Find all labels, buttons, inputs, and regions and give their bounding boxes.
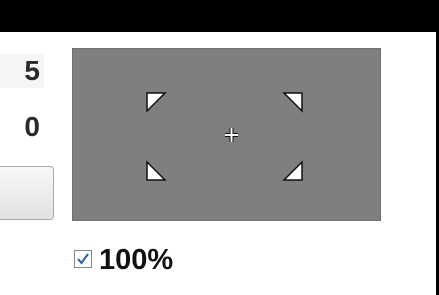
scale-checkbox[interactable] bbox=[74, 250, 92, 268]
settings-panel: 5 0 100% bbox=[0, 32, 436, 295]
value-field-top[interactable]: 5 bbox=[0, 54, 44, 88]
bottom-right-corner-icon bbox=[282, 160, 303, 181]
bottom-left-corner-icon bbox=[146, 160, 167, 181]
checkmark-icon bbox=[77, 253, 89, 265]
value-field-middle[interactable]: 0 bbox=[0, 110, 44, 144]
crosshair-icon bbox=[225, 128, 238, 142]
top-right-corner-icon bbox=[282, 92, 303, 113]
clipped-label bbox=[0, 246, 24, 276]
action-button[interactable] bbox=[0, 166, 54, 220]
crop-preview-area[interactable] bbox=[72, 48, 381, 221]
top-left-corner-icon bbox=[146, 92, 167, 113]
scale-label: 100% bbox=[99, 244, 174, 276]
crop-overlay bbox=[146, 92, 303, 181]
